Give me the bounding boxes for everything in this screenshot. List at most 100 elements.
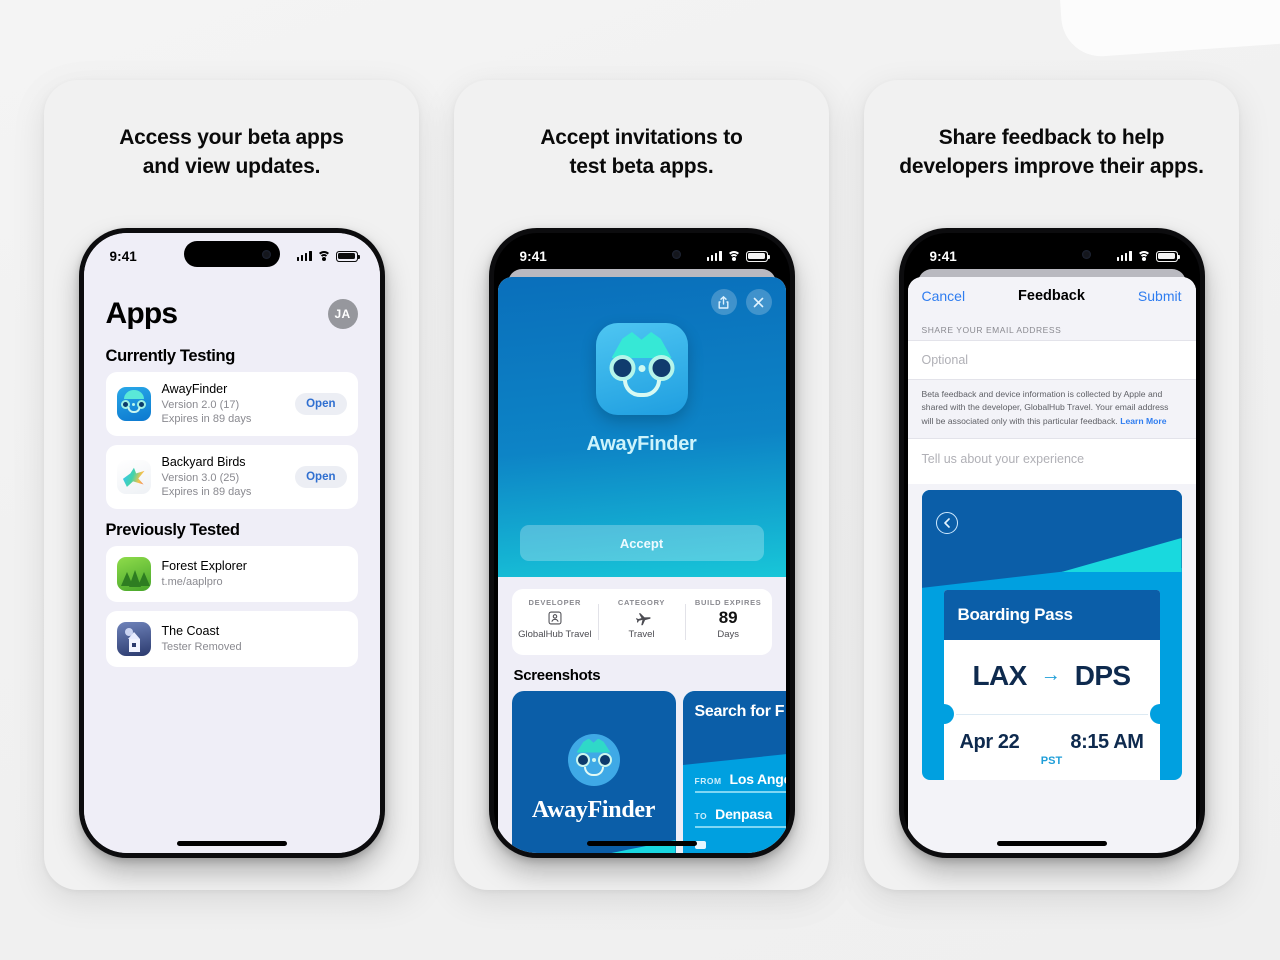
email-field[interactable]: Optional <box>907 340 1196 380</box>
app-version: Version 3.0 (25) <box>161 471 240 484</box>
screenshot-header: Search for F <box>682 691 786 749</box>
awayfinder-mark-icon <box>567 733 620 786</box>
feature-card-feedback: Share feedback to help developers improv… <box>864 80 1239 890</box>
battery-icon <box>745 250 770 262</box>
app-name: Forest Explorer <box>161 559 247 574</box>
wifi-icon <box>1136 250 1151 262</box>
decorative-corner-sheet <box>1056 0 1280 59</box>
home-indicator[interactable] <box>996 841 1107 846</box>
wifi-icon <box>726 250 741 262</box>
apps-title-row: Apps JA <box>84 279 380 335</box>
timezone-label: PST <box>1040 754 1063 767</box>
phone-screen: 9:41 Cancel Feedback Submit SHARE YOUR E… <box>903 233 1200 853</box>
screenshot-thumbnail[interactable]: AwayFinder <box>511 691 676 853</box>
list-item-meta: Backyard Birds Version 3.0 (25) Expires … <box>162 455 285 499</box>
home-indicator[interactable] <box>586 841 697 846</box>
experience-field[interactable]: Tell us about your experience <box>907 437 1196 484</box>
submit-button[interactable]: Submit <box>1138 288 1182 304</box>
dynamic-island <box>183 241 280 267</box>
screenshot-stage: Access your beta apps and view updates. … <box>0 0 1280 960</box>
to-field: TO Denpasa <box>694 806 786 828</box>
navigation-bar: Cancel Feedback Submit <box>907 277 1196 315</box>
front-camera-icon <box>1081 249 1091 259</box>
feedback-sheet: Cancel Feedback Submit SHARE YOUR EMAIL … <box>907 277 1196 853</box>
dynamic-island <box>1003 241 1100 267</box>
list-item[interactable]: AwayFinder Version 2.0 (17) Expires in 8… <box>105 372 358 437</box>
open-button[interactable]: Open <box>295 393 347 416</box>
list-item[interactable]: The Coast Tester Removed <box>105 611 358 668</box>
close-icon[interactable] <box>745 289 772 315</box>
awayfinder-app-icon <box>116 387 151 422</box>
destination-code: DPS <box>1074 659 1131 691</box>
hero-actions <box>710 289 772 315</box>
boarding-pass-datetime: Apr 22 8:15 AM <box>944 715 1160 754</box>
privacy-disclaimer: Beta feedback and device information is … <box>908 380 1196 438</box>
open-button[interactable]: Open <box>295 466 347 489</box>
card-headline: Access your beta apps and view updates. <box>119 126 344 178</box>
screenshot-thumbnail[interactable]: Search for F FROM Los Ange TO Denpasa <box>682 691 786 853</box>
front-camera-icon <box>261 249 271 259</box>
from-value: Los Ange <box>729 771 786 787</box>
home-indicator[interactable] <box>176 841 287 846</box>
feature-card-invitations: Accept invitations to test beta apps. 9:… <box>454 80 829 890</box>
meta-label: BUILD EXPIRES <box>694 598 762 607</box>
apps-screen-body: Apps JA Currently Testing AwayFinder Ver… <box>83 233 380 853</box>
from-field: FROM Los Ange <box>694 771 786 793</box>
origin-code: LAX <box>972 659 1028 691</box>
screenshots-carousel[interactable]: AwayFinder Search for F FROM Los Ange TO… <box>498 691 786 853</box>
from-label: FROM <box>694 776 722 786</box>
person-badge-icon <box>516 607 595 629</box>
date-row <box>694 841 786 849</box>
meta-label: CATEGORY <box>617 598 666 607</box>
meta-days-count: 89 <box>718 608 738 627</box>
phone-mockup-apps: 9:41 Apps JA Currently Testing AwayFinde… <box>78 228 385 858</box>
meta-developer: DEVELOPER GlobalHub Travel <box>512 598 599 646</box>
battery-icon <box>1155 250 1180 262</box>
backyard-birds-app-icon <box>116 460 151 495</box>
wifi-icon <box>316 250 331 262</box>
meta-value: Travel <box>628 629 655 640</box>
currently-testing-list: AwayFinder Version 2.0 (17) Expires in 8… <box>84 372 380 510</box>
meta-value: Days <box>717 629 739 640</box>
phone-mockup-invitation: 9:41 AwayFinder Accept DEVELOPER GlobalH… <box>488 228 795 858</box>
phone-screen: 9:41 Apps JA Currently Testing AwayFinde… <box>83 233 380 853</box>
perforation-divider <box>943 703 1160 724</box>
front-camera-icon <box>671 249 681 259</box>
section-header-previously-tested: Previously Tested <box>105 521 240 540</box>
app-version: Version 2.0 (17) <box>161 398 240 411</box>
search-fields: FROM Los Ange TO Denpasa <box>683 771 786 849</box>
share-icon[interactable] <box>710 289 737 315</box>
list-item[interactable]: Forest Explorer t.me/aaplpro <box>105 546 358 603</box>
section-header-currently-testing: Currently Testing <box>105 347 236 365</box>
app-subtitle: Tester Removed <box>161 641 242 654</box>
meta-build-expires: BUILD EXPIRES 89 Days <box>684 598 772 646</box>
awayfinder-app-icon-large <box>595 323 688 415</box>
card-headline: Share feedback to help developers improv… <box>899 126 1204 178</box>
app-name: AwayFinder <box>586 433 697 455</box>
boarding-pass: Boarding Pass LAX → DPS Apr 22 8:15 AM P… <box>943 589 1160 780</box>
status-icons <box>296 250 360 262</box>
accept-button[interactable]: Accept <box>519 525 764 561</box>
list-item-meta: AwayFinder Version 2.0 (17) Expires in 8… <box>162 382 285 426</box>
the-coast-app-icon <box>116 622 151 657</box>
status-icons <box>1116 250 1180 262</box>
page-title: Feedback <box>1018 288 1085 304</box>
app-expiry: Expires in 89 days <box>161 486 252 499</box>
status-icons <box>706 250 770 262</box>
status-time: 9:41 <box>519 248 547 264</box>
app-name: AwayFinder <box>161 382 228 396</box>
learn-more-link[interactable]: Learn More <box>1120 416 1166 426</box>
chevron-left-circle-icon[interactable] <box>935 511 958 534</box>
search-title: Search for F <box>694 703 785 720</box>
invitation-hero: AwayFinder Accept <box>497 277 786 577</box>
list-item[interactable]: Backyard Birds Version 3.0 (25) Expires … <box>105 445 358 510</box>
previously-tested-list: Forest Explorer t.me/aaplpro The Coast T… <box>84 546 380 668</box>
app-meta-card: DEVELOPER GlobalHub Travel CATEGORY Trav… <box>511 589 772 655</box>
attached-screenshot[interactable]: Boarding Pass LAX → DPS Apr 22 8:15 AM P… <box>921 489 1182 780</box>
status-time: 9:41 <box>929 248 957 264</box>
cancel-button[interactable]: Cancel <box>922 288 966 304</box>
meta-value: GlobalHub Travel <box>518 629 592 640</box>
cellular-bars-icon <box>296 251 312 261</box>
avatar[interactable]: JA <box>327 299 358 329</box>
app-name: Backyard Birds <box>161 455 246 470</box>
